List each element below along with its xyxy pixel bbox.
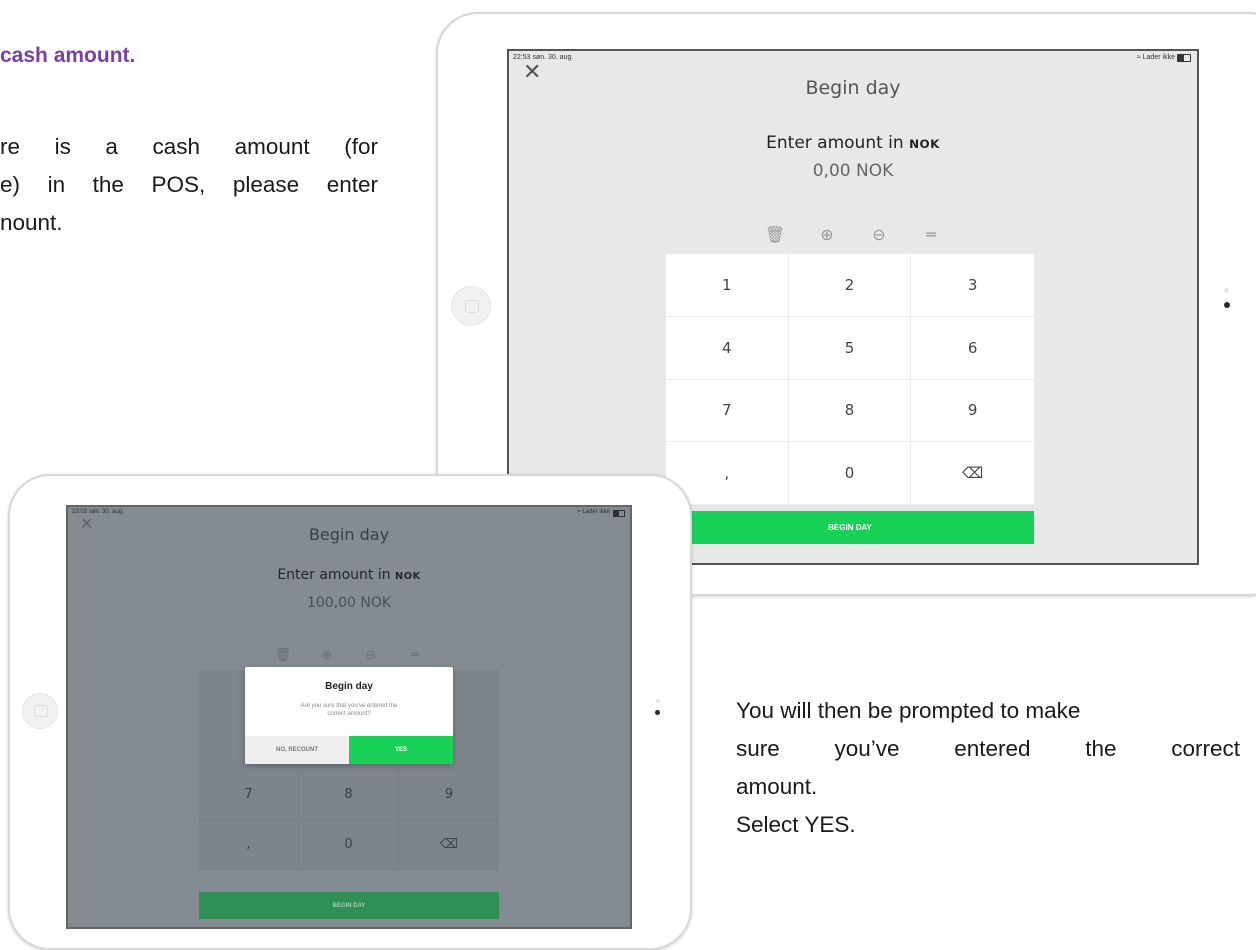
yes-button[interactable]: YES [349, 736, 453, 764]
instruction-paragraph: re is a cash amount (for e) in the POS, … [0, 128, 378, 242]
numeric-keypad: 1 2 3 4 5 6 7 8 9 , 0 ⌫ [666, 254, 1034, 505]
confirm-instruction: You will then be prompted to make sure y… [736, 692, 1240, 844]
camera-dot [1224, 302, 1230, 308]
enter-amount-label: Enter amount in NOK [766, 133, 940, 153]
home-button [451, 286, 491, 326]
battery-icon [1177, 54, 1191, 62]
key-3[interactable]: 3 [911, 254, 1034, 317]
camera-dot [655, 710, 660, 715]
status-battery-text: ≈ Lader ikke [1136, 54, 1175, 61]
instruction-line: re is a cash amount (for [0, 134, 378, 159]
page-title: Begin day [308, 525, 390, 544]
plus-circle-icon[interactable]: ⊕ [801, 225, 853, 244]
enter-amount-label: Enter amount in NOK [277, 567, 421, 583]
no-recount-button[interactable]: NO, RECOUNT [245, 736, 349, 764]
numeric-keypad: 7 8 9 , 0 ⌫ [199, 770, 499, 870]
key-8[interactable]: 8 [299, 770, 399, 820]
equals-icon[interactable]: ═ [905, 225, 957, 244]
dialog-message: Are you sure that you’ve entered the cor… [300, 703, 398, 717]
key-9[interactable]: 9 [911, 380, 1034, 443]
tool-row: 🗑 ⊕ ⊖ ═ [509, 225, 1197, 244]
dialog-buttons: NO, RECOUNT YES [245, 736, 453, 764]
minus-circle-icon[interactable]: ⊖ [349, 648, 393, 663]
key-0[interactable]: 0 [788, 442, 912, 505]
key-6[interactable]: 6 [911, 317, 1034, 380]
begin-day-button[interactable]: BEGIN DAY [199, 892, 499, 919]
backspace-icon[interactable]: ⌫ [399, 820, 499, 870]
instruction-line: nount. [0, 210, 63, 235]
wifi-icon: ≈ [577, 509, 581, 515]
trash-icon[interactable]: 🗑 [749, 225, 801, 244]
wifi-icon: ≈ [1136, 54, 1141, 61]
backspace-icon[interactable]: ⌫ [911, 442, 1034, 505]
section-heading: cash amount. [0, 44, 136, 67]
dialog-title: Begin day [325, 681, 373, 692]
instruction-line: e) in the POS, please enter [0, 172, 378, 197]
key-7[interactable]: 7 [666, 379, 789, 443]
camera-dot [656, 699, 660, 703]
amount-display: 0,00 NOK [812, 161, 894, 181]
minus-circle-icon[interactable]: ⊖ [853, 225, 905, 244]
key-4[interactable]: 4 [666, 316, 789, 380]
key-comma[interactable]: , [199, 820, 299, 870]
key-9[interactable]: 9 [399, 770, 499, 820]
plus-circle-icon[interactable]: ⊕ [305, 648, 349, 663]
instruction-line: Select YES. [736, 812, 856, 837]
key-0[interactable]: 0 [299, 820, 399, 870]
trash-icon[interactable]: 🗑 [261, 648, 305, 663]
camera-dot [1224, 288, 1229, 293]
battery-icon [613, 510, 625, 517]
page-title: Begin day [805, 77, 901, 99]
key-8[interactable]: 8 [788, 379, 912, 443]
tool-row: 🗑 ⊕ ⊖ ═ [68, 648, 630, 663]
equals-icon[interactable]: ═ [393, 648, 437, 663]
status-battery-text: ≈ Lader ikke [577, 509, 610, 515]
key-2[interactable]: 2 [788, 254, 912, 317]
instruction-line: sure you’ve entered the correct [736, 736, 1240, 761]
key-1[interactable]: 1 [666, 254, 789, 317]
pos-screen-confirm: 23:03 søn. 30. aug. ≈ Lader ikke ✕ Begin… [66, 505, 632, 929]
instruction-line: You will then be prompted to make [736, 698, 1081, 723]
amount-display: 100,00 NOK [306, 595, 392, 611]
key-7[interactable]: 7 [199, 770, 299, 820]
instruction-line: amount. [736, 774, 818, 799]
begin-day-button[interactable]: BEGIN DAY [666, 511, 1034, 544]
confirm-dialog: Begin day Are you sure that you’ve enter… [245, 667, 453, 764]
home-button [22, 693, 58, 729]
key-5[interactable]: 5 [788, 316, 912, 380]
